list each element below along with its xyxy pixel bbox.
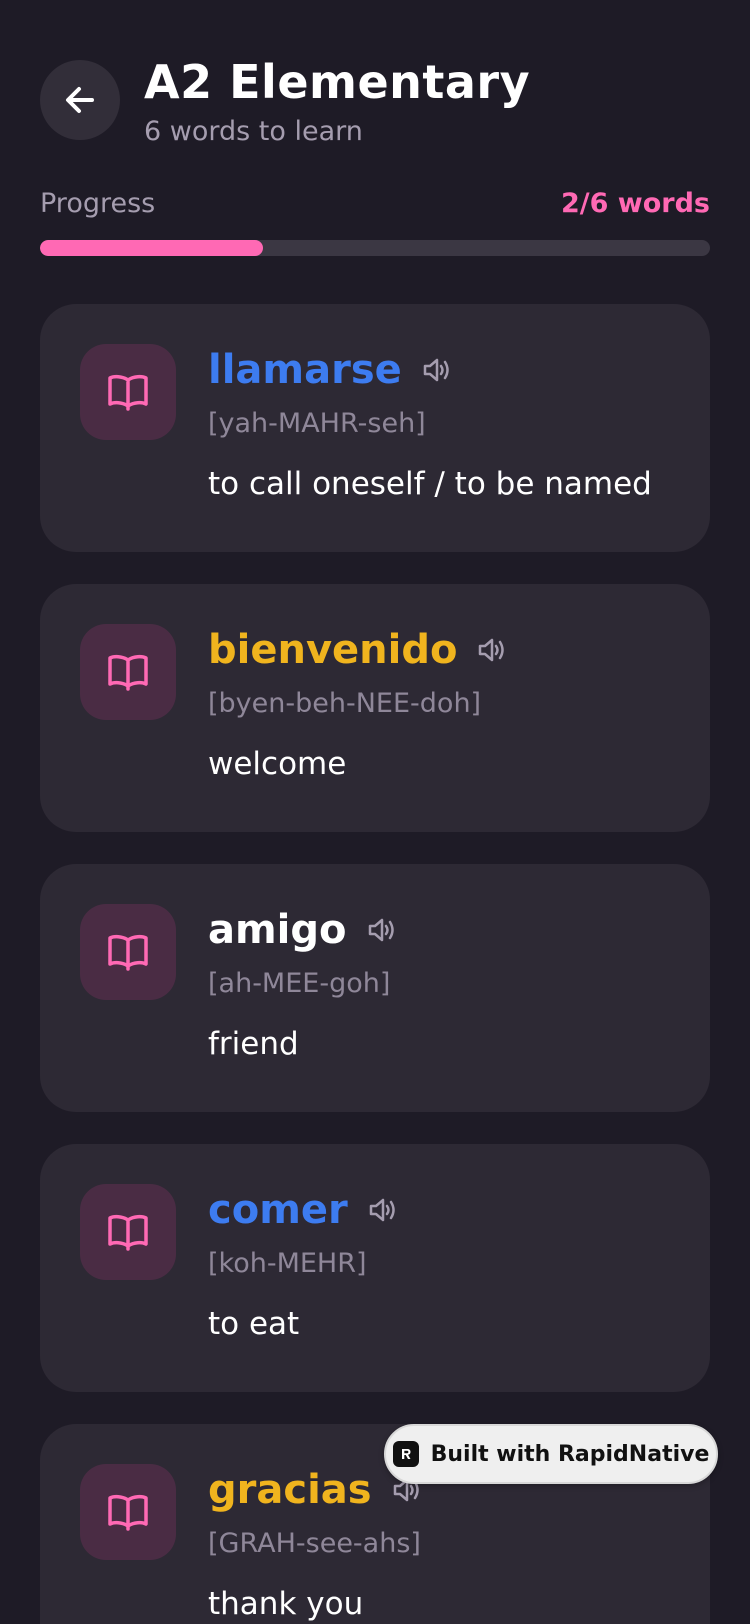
- page-title: A2 Elementary: [144, 55, 531, 109]
- word-text: bienvenido: [208, 627, 458, 673]
- speaker-icon[interactable]: [366, 1194, 398, 1226]
- badge-text: Built with RapidNative: [430, 1441, 710, 1467]
- speaker-icon[interactable]: [365, 914, 397, 946]
- word-card[interactable]: amigo [ah-MEE-goh] friend: [40, 864, 710, 1112]
- speaker-icon[interactable]: [475, 634, 507, 666]
- book-open-icon: [80, 1184, 176, 1280]
- book-open-icon: [80, 344, 176, 440]
- book-open-icon: [80, 904, 176, 1000]
- book-open-icon: [80, 1464, 176, 1560]
- book-open-icon: [80, 624, 176, 720]
- word-text: gracias: [208, 1467, 372, 1513]
- meaning: to call oneself / to be named: [208, 466, 652, 502]
- pronunciation: [koh-MEHR]: [208, 1248, 367, 1279]
- pronunciation: [GRAH-see-ahs]: [208, 1528, 421, 1559]
- progress-bar-fill: [40, 240, 264, 256]
- word-list-screen: A2 Elementary 6 words to learn Progress …: [0, 0, 750, 1624]
- word-card[interactable]: llamarse [yah-MAHR-seh] to call oneself …: [40, 304, 710, 552]
- progress-bar: [40, 240, 710, 256]
- progress-label: Progress: [40, 188, 156, 219]
- pronunciation: [yah-MAHR-seh]: [208, 408, 426, 439]
- back-button[interactable]: [40, 60, 120, 140]
- arrow-left-icon: [66, 87, 94, 113]
- rapidnative-logo-icon: [392, 1441, 419, 1467]
- meaning: to eat: [208, 1306, 300, 1342]
- word-card[interactable]: bienvenido [byen-beh-NEE-doh] welcome: [40, 584, 710, 832]
- meaning: friend: [208, 1026, 299, 1062]
- pronunciation: [byen-beh-NEE-doh]: [208, 688, 482, 719]
- progress-count: 2/6 words: [560, 188, 710, 219]
- word-card[interactable]: comer [koh-MEHR] to eat: [40, 1144, 710, 1392]
- built-with-badge[interactable]: Built with RapidNative: [384, 1424, 718, 1484]
- pronunciation: [ah-MEE-goh]: [208, 968, 391, 999]
- meaning: thank you: [208, 1586, 364, 1622]
- meaning: welcome: [208, 746, 347, 782]
- speaker-icon[interactable]: [420, 354, 452, 386]
- page-subtitle: 6 words to learn: [144, 116, 363, 147]
- word-text: llamarse: [208, 347, 402, 393]
- word-text: comer: [208, 1187, 348, 1233]
- word-text: amigo: [208, 907, 347, 953]
